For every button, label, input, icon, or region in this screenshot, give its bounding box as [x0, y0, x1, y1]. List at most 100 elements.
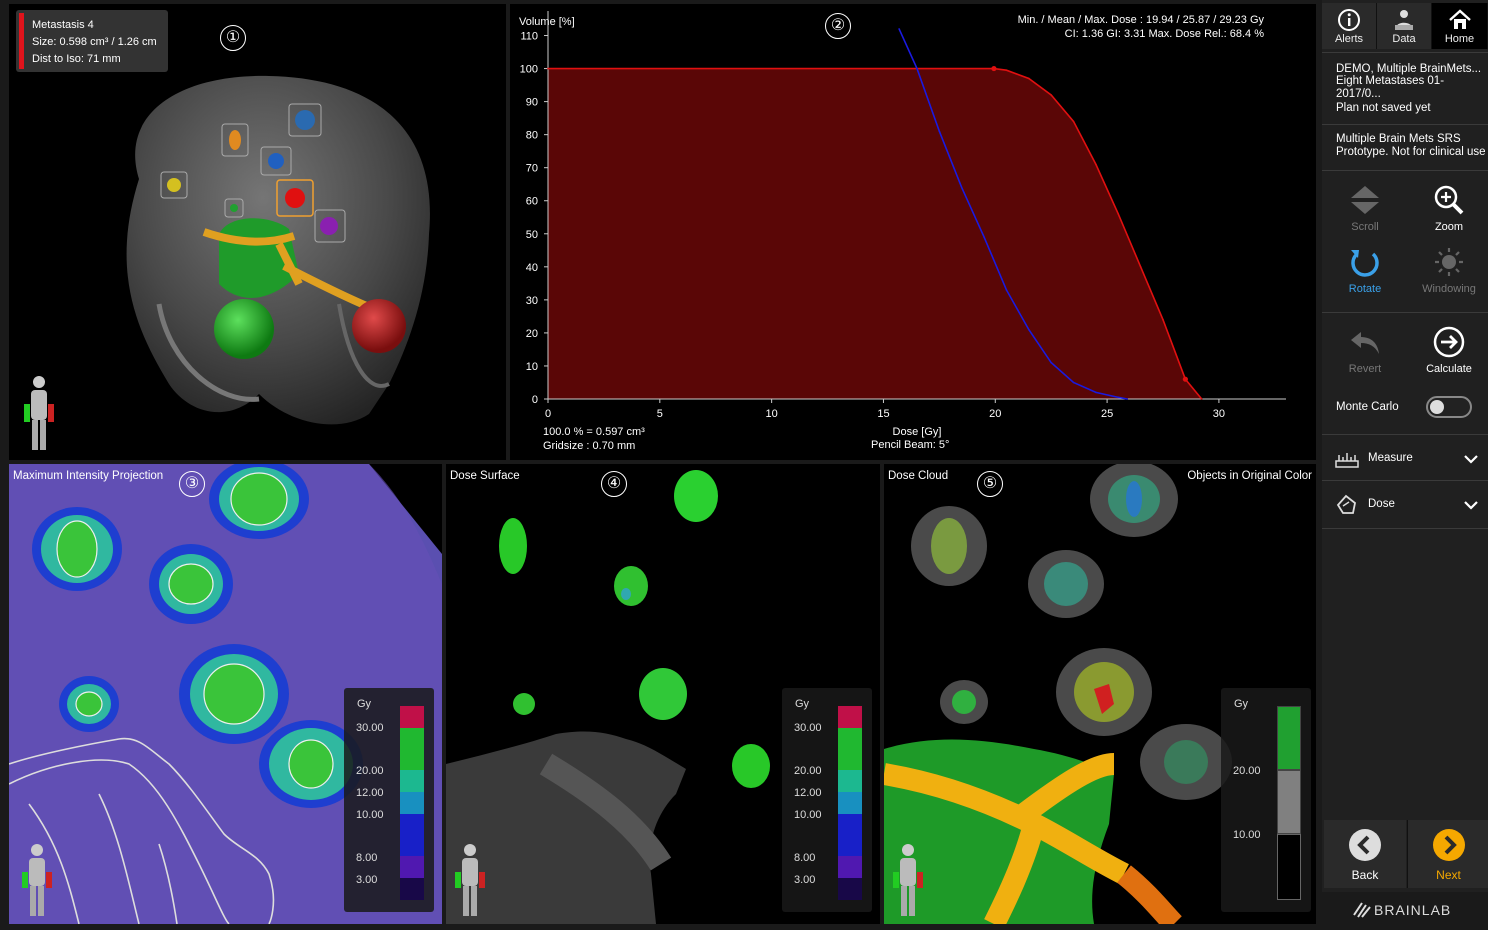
revert-button[interactable]: Revert — [1325, 326, 1405, 375]
x-tick-label: 30 — [1213, 408, 1225, 420]
y-tick-label: 10 — [526, 361, 538, 373]
x-tick-label: 25 — [1101, 408, 1113, 420]
dvh-point — [916, 67, 918, 70]
plan-status: Plan not saved yet — [1336, 102, 1431, 114]
revert-icon — [1351, 332, 1379, 354]
rotate-tool[interactable]: Rotate — [1325, 246, 1405, 295]
metastasis-color-marker — [19, 13, 24, 69]
panel-number-1: ① — [220, 25, 246, 51]
objects-original-color-label: Objects in Original Color — [1187, 470, 1312, 482]
brainlab-logo: BRAINLAB — [1322, 892, 1488, 930]
data-button[interactable]: Data — [1377, 3, 1432, 49]
dvh-point — [1050, 361, 1052, 364]
dvh-point — [1005, 69, 1008, 72]
dvh-point — [1095, 163, 1097, 166]
brainlab-logo-icon — [1353, 902, 1371, 918]
x-axis-label: Dose [Gy] — [893, 426, 942, 438]
dvh-point — [1028, 77, 1030, 80]
y-tick-label: 40 — [526, 262, 538, 274]
dvh-point — [1162, 318, 1164, 321]
product-disclaimer: Prototype. Not for clinical use — [1336, 146, 1486, 158]
metastasis-distance: Dist to Iso: 71 mm — [32, 53, 121, 65]
dvh-point — [1050, 94, 1052, 96]
x-tick-label: 20 — [989, 408, 1001, 420]
orientation-figure-icon — [24, 376, 54, 450]
metastasis-name: Metastasis 4 — [32, 19, 94, 31]
home-button[interactable]: Home — [1432, 3, 1488, 49]
skull-3d-render — [24, 75, 430, 450]
dvh-point — [547, 67, 549, 70]
product-name: Multiple Brain Mets SRS — [1336, 133, 1461, 145]
chevron-down-icon — [1464, 455, 1478, 464]
zoom-icon — [1434, 185, 1464, 215]
arrow-right-circle-icon — [1433, 326, 1465, 358]
dose-volume-histogram[interactable]: 0 10 20 30 40 50 60 70 80 90 100 110 0 5 10 15 20 25 30 Vol… — [510, 4, 1316, 460]
zoom-tool[interactable]: Zoom — [1409, 184, 1488, 233]
dose-min-mean-max: Min. / Mean / Max. Dose : 19.94 / 25.87 … — [1017, 14, 1264, 26]
dose-icon — [1336, 494, 1356, 514]
monte-carlo-label: Monte Carlo — [1336, 401, 1399, 413]
dvh-footer-left: 100.0 % = 0.597 cm³ Gridsize : 0.70 mm — [543, 425, 645, 453]
dvh-point — [1139, 266, 1142, 268]
viewport-3d-skull[interactable]: Metastasis 4 Size: 0.598 cm³ / 1.26 cm D… — [9, 4, 506, 460]
chevron-down-icon — [1464, 501, 1478, 510]
dvh-point — [960, 186, 963, 189]
viewport-dose-surface[interactable]: Dose Surface ④ Gy 30.00 20.00 12.00 10.0… — [446, 464, 880, 924]
dvh-point — [1117, 396, 1120, 399]
back-button[interactable]: Back — [1324, 820, 1406, 888]
dvh-point — [1005, 289, 1008, 291]
y-tick-label: 70 — [526, 163, 538, 175]
dvh-point — [898, 28, 900, 30]
dvh-point — [1200, 398, 1203, 400]
y-tick-label: 50 — [526, 229, 538, 241]
panel-title-mip: Maximum Intensity Projection — [13, 470, 164, 482]
alerts-button[interactable]: Alerts — [1322, 3, 1377, 49]
monte-carlo-toggle[interactable] — [1426, 396, 1472, 418]
ruler-icon — [1335, 453, 1359, 468]
calculate-button[interactable]: Calculate — [1409, 326, 1488, 375]
dose-statistics: Min. / Mean / Max. Dose : 19.94 / 25.87 … — [1018, 13, 1264, 41]
dvh-point — [1117, 213, 1120, 215]
y-tick-label: 100 — [520, 64, 538, 76]
volume-reference: 100.0 % = 0.597 cm³ — [543, 426, 645, 438]
x-tick-label: 15 — [877, 408, 889, 420]
viewport-dose-cloud[interactable]: Dose Cloud Objects in Original Color ⑤ G… — [884, 464, 1316, 924]
colorbar-unit: Gy — [357, 698, 372, 710]
panel-number-5: ⑤ — [977, 471, 1003, 497]
dvh-area-fill — [548, 68, 1202, 399]
viewport-mip[interactable]: Maximum Intensity Projection ③ Gy 30.00 … — [9, 464, 442, 924]
dvh-chart: 0 10 20 30 40 50 60 70 80 90 100 110 0 5 10 15 20 25 30 Vol… — [519, 11, 1286, 438]
plan-name: Eight Metastases 01-2017/0... — [1336, 75, 1445, 100]
dvh-point — [983, 236, 985, 238]
measure-section[interactable]: Measure — [1322, 436, 1488, 480]
dvh-point — [1095, 391, 1097, 394]
dvh-marker — [991, 65, 997, 72]
y-tick-label: 60 — [526, 196, 538, 208]
colorbar-unit: Gy — [795, 698, 810, 710]
next-button[interactable]: Next — [1407, 820, 1488, 888]
y-tick-label: 80 — [526, 130, 538, 142]
y-tick-label: 110 — [520, 31, 538, 43]
x-tick-label: 10 — [766, 408, 778, 420]
brightness-icon — [1435, 248, 1463, 276]
dvh-marker — [1182, 376, 1188, 382]
windowing-tool[interactable]: Windowing — [1409, 246, 1488, 295]
right-sidebar: Alerts Data Home DEMO, Multiple BrainMet… — [1322, 0, 1488, 930]
x-tick-label: 5 — [657, 408, 663, 420]
scroll-tool[interactable]: Scroll — [1325, 184, 1405, 233]
dvh-point — [1072, 381, 1075, 384]
y-tick-label: 90 — [526, 97, 538, 109]
arrow-left-circle-icon — [1349, 829, 1381, 861]
gridsize: Gridsize : 0.70 mm — [543, 440, 636, 452]
y-tick-label: 0 — [532, 394, 538, 406]
rotate-icon — [1351, 250, 1379, 277]
dose-section[interactable]: Dose — [1322, 482, 1488, 526]
dvh-point — [1028, 328, 1030, 331]
colorbar-unit: Gy — [1234, 698, 1249, 710]
panel-title-dose-surface: Dose Surface — [450, 470, 520, 482]
pencil-beam-info: Pencil Beam: 5° — [871, 439, 950, 451]
metastasis-info-box: Metastasis 4 Size: 0.598 cm³ / 1.26 cm D… — [16, 10, 168, 72]
scroll-icon — [1351, 186, 1379, 214]
arrow-right-circle-icon — [1433, 829, 1465, 861]
metastasis-size: Size: 0.598 cm³ / 1.26 cm — [32, 36, 157, 48]
